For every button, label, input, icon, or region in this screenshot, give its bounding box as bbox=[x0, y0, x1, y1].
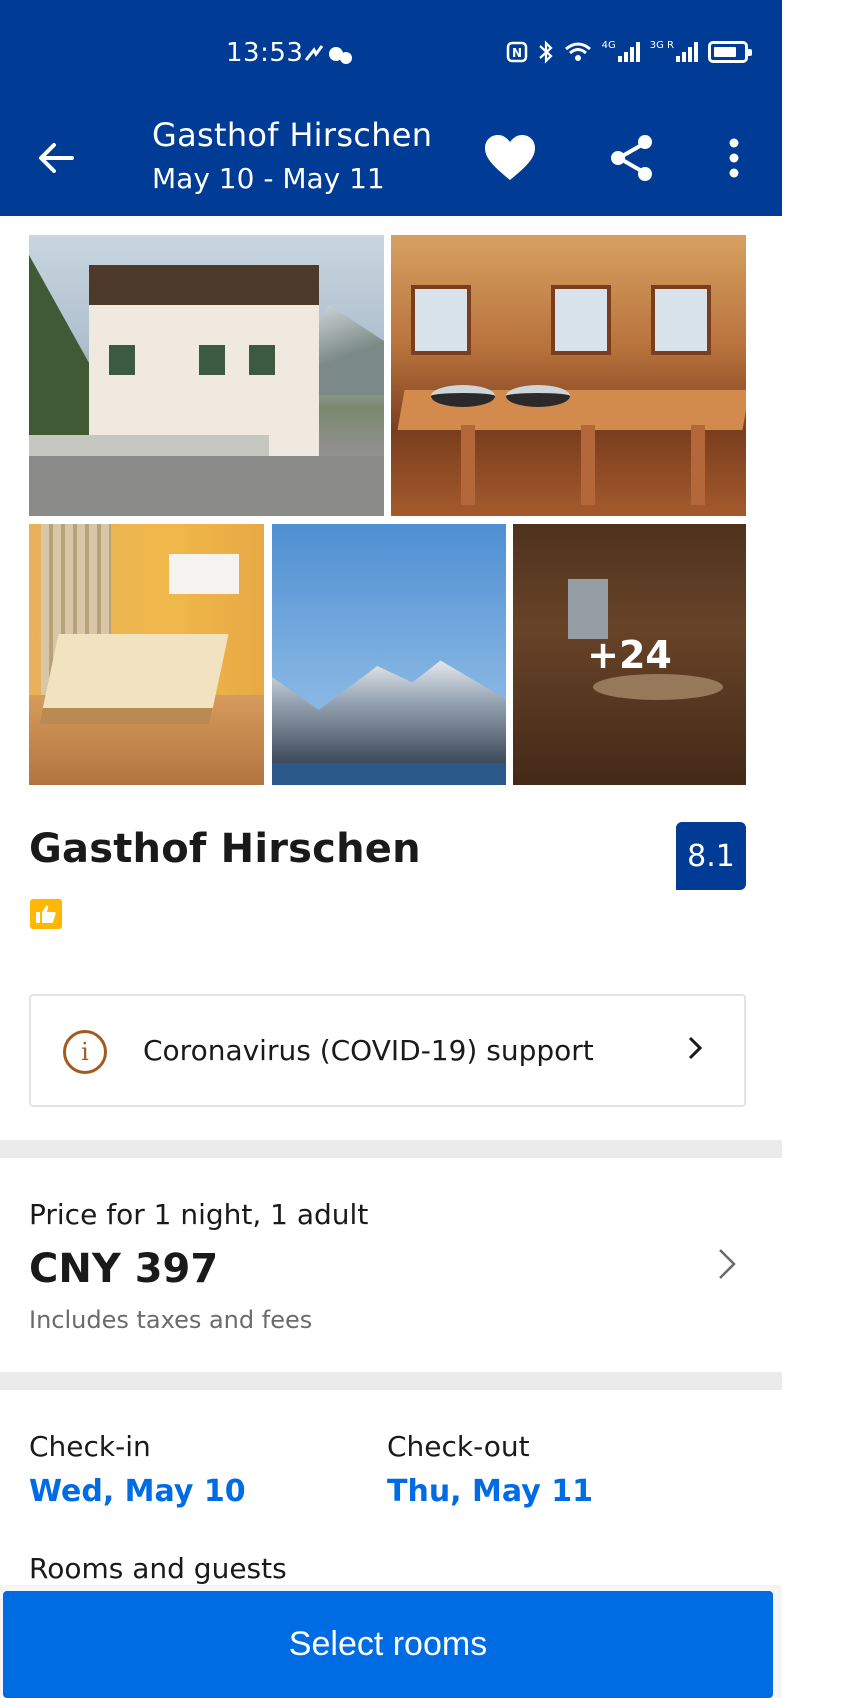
section-divider bbox=[0, 1140, 782, 1158]
photo-tree-shape bbox=[29, 255, 89, 435]
signal-bars-1-icon bbox=[617, 42, 640, 62]
status-time: 13:53 bbox=[226, 38, 304, 68]
covid-support-label: Coronavirus (COVID-19) support bbox=[143, 1034, 594, 1067]
photo-bed-shape bbox=[39, 634, 229, 724]
share-icon bbox=[611, 135, 652, 181]
more-options-button[interactable] bbox=[710, 128, 758, 188]
info-icon: i bbox=[63, 1030, 107, 1074]
more-photos-count: +24 bbox=[587, 632, 672, 677]
app-bar-titles: Gasthof Hirschen May 10 - May 11 bbox=[152, 116, 432, 195]
back-arrow-icon bbox=[39, 143, 74, 173]
covid-support-row[interactable]: i Coronavirus (COVID-19) support bbox=[29, 994, 746, 1107]
photo-plate-shape bbox=[506, 385, 570, 407]
price-label: Price for 1 night, 1 adult bbox=[29, 1198, 369, 1231]
photo-lake-shape bbox=[272, 763, 506, 785]
photo-table-leg bbox=[581, 425, 595, 505]
photo-breakfast-room[interactable] bbox=[391, 235, 746, 516]
network-type-left: 4G bbox=[601, 39, 616, 51]
photo-mountain-lake[interactable] bbox=[272, 524, 506, 785]
photo-hotel-exterior[interactable] bbox=[29, 235, 384, 516]
top-bar: 13:53 N 4G 3G R Gasthof Hirschen May 10 … bbox=[0, 0, 782, 216]
nfc-icon: N bbox=[506, 41, 527, 63]
checkin-value[interactable]: Wed, May 10 bbox=[29, 1474, 246, 1509]
status-bar: 13:53 N 4G 3G R bbox=[0, 0, 782, 110]
battery-icon bbox=[708, 41, 752, 63]
price-value: CNY 397 bbox=[29, 1246, 219, 1292]
photo-road-shape bbox=[29, 456, 384, 516]
photo-mountain-shape bbox=[272, 660, 506, 765]
checkout-label: Check-out bbox=[387, 1430, 530, 1463]
back-button[interactable] bbox=[30, 132, 82, 184]
app-bar-dates: May 10 - May 11 bbox=[152, 162, 385, 195]
photo-table-leg bbox=[691, 425, 705, 505]
chevron-right-icon bbox=[719, 1249, 736, 1279]
svg-text:N: N bbox=[512, 46, 522, 60]
photo-bedroom[interactable] bbox=[29, 524, 264, 785]
rooms-guests-label: Rooms and guests bbox=[29, 1552, 287, 1585]
thumbs-up-glyph bbox=[36, 905, 56, 923]
photo-window bbox=[651, 285, 711, 355]
photo-window bbox=[199, 345, 225, 375]
bluetooth-icon bbox=[538, 40, 553, 64]
hotel-detail-screen: 13:53 N 4G 3G R Gasthof Hirschen May 10 … bbox=[0, 0, 782, 1698]
photo-window bbox=[109, 345, 135, 375]
chat-notification-icon bbox=[304, 45, 352, 64]
heart-icon bbox=[485, 135, 535, 180]
wifi-icon bbox=[564, 42, 591, 61]
review-score-badge[interactable]: 8.1 bbox=[676, 822, 746, 890]
photo-table-leg bbox=[461, 425, 475, 505]
more-vertical-icon bbox=[729, 138, 739, 178]
photo-window bbox=[411, 285, 471, 355]
section-divider bbox=[0, 1372, 782, 1390]
signal-bars-2-icon bbox=[676, 42, 698, 62]
favorite-button[interactable] bbox=[480, 128, 540, 188]
price-note: Includes taxes and fees bbox=[29, 1306, 313, 1334]
chevron-right-icon bbox=[688, 1036, 703, 1060]
share-button[interactable] bbox=[602, 128, 662, 188]
thumbs-up-icon[interactable] bbox=[30, 899, 62, 929]
system-icons: N 4G 3G R bbox=[506, 39, 752, 64]
photo-window bbox=[551, 285, 611, 355]
network-type-right: 3G R bbox=[649, 39, 674, 51]
bottom-action-bar: Select rooms bbox=[0, 1585, 782, 1698]
app-bar: Gasthof Hirschen May 10 - May 11 bbox=[0, 110, 782, 216]
photo-plate-shape bbox=[431, 385, 495, 407]
photo-wall-art bbox=[169, 554, 239, 594]
checkin-label: Check-in bbox=[29, 1430, 151, 1463]
notification-icons bbox=[304, 44, 356, 71]
price-row[interactable]: Price for 1 night, 1 adult CNY 397 Inclu… bbox=[0, 1158, 782, 1372]
photo-more[interactable]: +24 bbox=[513, 524, 746, 785]
checkout-value[interactable]: Thu, May 11 bbox=[387, 1474, 593, 1509]
app-bar-title: Gasthof Hirschen bbox=[152, 116, 433, 154]
select-rooms-button[interactable]: Select rooms bbox=[3, 1591, 773, 1698]
hotel-name: Gasthof Hirschen bbox=[29, 826, 421, 872]
photo-window bbox=[249, 345, 275, 375]
